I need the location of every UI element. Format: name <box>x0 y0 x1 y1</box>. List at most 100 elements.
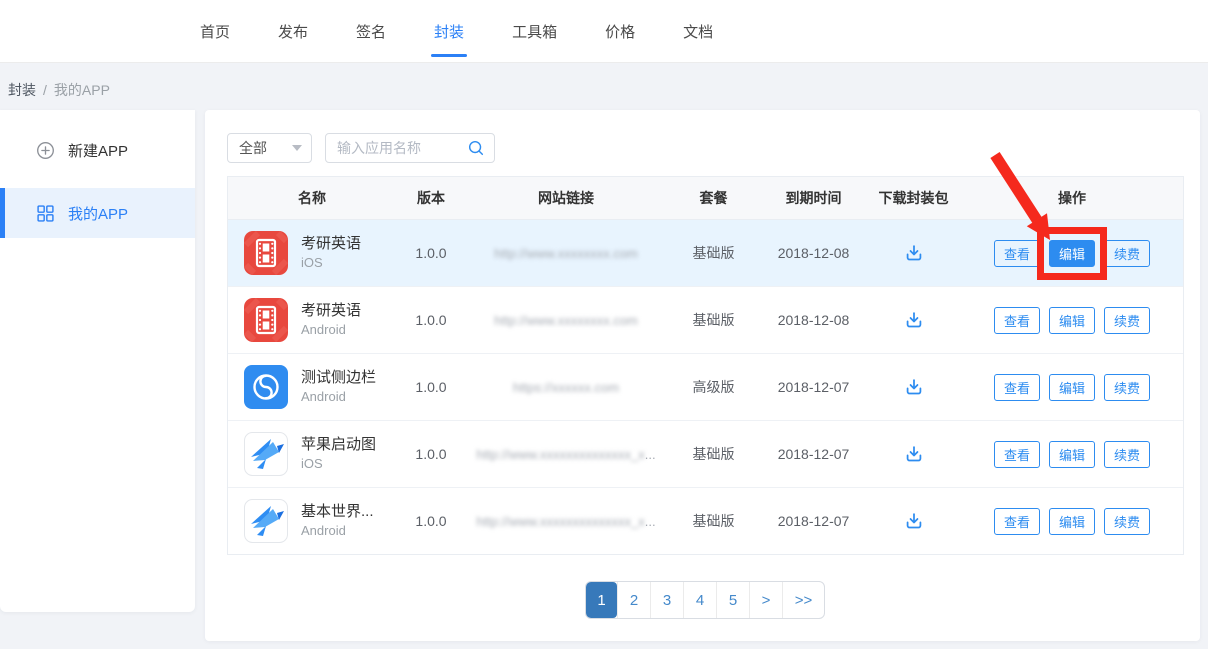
download-cell <box>866 443 961 465</box>
app-version: 1.0.0 <box>396 312 466 328</box>
breadcrumb-separator: / <box>43 82 47 98</box>
sidebar-item-new-app[interactable]: 新建APP <box>0 125 195 175</box>
view-button[interactable]: 查看 <box>994 240 1040 267</box>
app-expiry: 2018-12-08 <box>761 245 866 261</box>
app-plan: 高级版 <box>666 377 761 397</box>
actions-cell: 查看 编辑 续费 <box>961 307 1183 334</box>
renew-button[interactable]: 续费 <box>1104 508 1150 535</box>
column-header-download: 下载封装包 <box>866 188 961 208</box>
download-icon[interactable] <box>903 443 925 465</box>
breadcrumb-current: 我的APP <box>54 80 110 100</box>
column-header-url: 网站链接 <box>466 188 666 208</box>
pagination: 12345>>> <box>585 581 825 619</box>
app-plan: 基础版 <box>666 243 761 263</box>
view-button[interactable]: 查看 <box>994 441 1040 468</box>
page-button-1[interactable]: 1 <box>586 582 617 618</box>
filter-dropdown[interactable]: 全部 <box>227 133 312 163</box>
table-row: 考研英语 iOS 1.0.0 http://www.xxxxxxxx.com 基… <box>228 220 1183 287</box>
app-url-masked: http://www.xxxxxxxx.com <box>494 246 638 261</box>
table-body: 考研英语 iOS 1.0.0 http://www.xxxxxxxx.com 基… <box>228 220 1183 554</box>
download-icon[interactable] <box>903 309 925 331</box>
app-url-cell: http://www.xxxxxxxxxxxxxx_x... <box>466 446 666 462</box>
nav-item-5[interactable]: 工具箱 <box>512 0 557 62</box>
renew-button[interactable]: 续费 <box>1104 240 1150 267</box>
actions-cell: 查看 编辑 续费 <box>961 508 1183 535</box>
app-name: 测试侧边栏 <box>301 368 376 388</box>
edit-button[interactable]: 编辑 <box>1049 441 1095 468</box>
column-header-plan: 套餐 <box>666 188 761 208</box>
table-row: 苹果启动图 iOS 1.0.0 http://www.xxxxxxxxxxxxx… <box>228 421 1183 488</box>
app-platform: iOS <box>301 254 361 272</box>
page-button-2[interactable]: 2 <box>617 582 650 618</box>
actions-cell: 查看 编辑 续费 <box>961 441 1183 468</box>
sidebar-item-label: 我的APP <box>68 203 128 224</box>
next-page-button[interactable]: > <box>749 582 782 618</box>
renew-button[interactable]: 续费 <box>1104 441 1150 468</box>
nav-item-4[interactable]: 封装 <box>434 0 464 62</box>
search-icon[interactable] <box>467 139 494 157</box>
edit-button[interactable]: 编辑 <box>1049 307 1095 334</box>
column-header-name: 名称 <box>228 188 396 208</box>
app-url-masked: http://www.xxxxxxxx.com <box>494 313 638 328</box>
main-nav: 首页发布签名封装 工具箱 价格文档 <box>200 0 713 62</box>
search-input[interactable] <box>326 140 467 156</box>
nav-item-3[interactable]: 签名 <box>356 0 386 62</box>
view-button[interactable]: 查看 <box>994 307 1040 334</box>
app-platform: Android <box>301 522 374 540</box>
app-platform: Android <box>301 388 376 406</box>
app-name-cell: 考研英语 iOS <box>228 231 396 275</box>
app-url-cell: http://www.xxxxxxxxxxxxxx_x... <box>466 513 666 529</box>
plus-circle-icon <box>36 141 55 160</box>
app-name-cell: 基本世界... Android <box>228 499 396 543</box>
chevron-down-icon <box>292 145 302 151</box>
app-name: 苹果启动图 <box>301 435 376 455</box>
last-page-button[interactable]: >> <box>782 582 824 618</box>
sidebar: 新建APP 我的APP <box>0 110 195 612</box>
actions-cell: 查看 编辑 续费 <box>961 374 1183 401</box>
app-expiry: 2018-12-07 <box>761 513 866 529</box>
app-version: 1.0.0 <box>396 379 466 395</box>
download-icon[interactable] <box>903 376 925 398</box>
content-panel: 全部 名称 版本 网站链接 套餐 到期时间 下载封装包 操作 <box>205 110 1200 641</box>
table-row: 基本世界... Android 1.0.0 http://www.xxxxxxx… <box>228 488 1183 554</box>
app-version: 1.0.0 <box>396 245 466 261</box>
download-icon[interactable] <box>903 510 925 532</box>
actions-cell: 查看 编辑 续费 <box>961 240 1183 267</box>
app-version: 1.0.0 <box>396 513 466 529</box>
breadcrumb-section[interactable]: 封装 <box>8 80 36 100</box>
download-icon[interactable] <box>903 242 925 264</box>
app-url-masked: http://www.xxxxxxxxxxxxxx_x <box>476 514 644 529</box>
renew-button[interactable]: 续费 <box>1104 307 1150 334</box>
app-url-cell: https://xxxxxx.com <box>466 379 666 395</box>
bird-app-icon <box>244 499 288 543</box>
app-name-cell: 考研英语 Android <box>228 298 396 342</box>
apps-table: 名称 版本 网站链接 套餐 到期时间 下载封装包 操作 考研英语 iOS 1.0… <box>227 176 1184 555</box>
app-url-masked: http://www.xxxxxxxxxxxxxx_x <box>476 447 644 462</box>
app-plan: 基础版 <box>666 511 761 531</box>
edit-button[interactable]: 编辑 <box>1049 508 1095 535</box>
app-url-suffix: ... <box>645 447 656 462</box>
grid-icon <box>36 204 55 223</box>
view-button[interactable]: 查看 <box>994 374 1040 401</box>
renew-button[interactable]: 续费 <box>1104 374 1150 401</box>
download-cell <box>866 242 961 264</box>
nav-item-7[interactable]: 文档 <box>683 0 713 62</box>
app-platform: iOS <box>301 455 376 473</box>
nav-item-1[interactable]: 首页 <box>200 0 230 62</box>
nav-item-2[interactable]: 发布 <box>278 0 308 62</box>
page-button-4[interactable]: 4 <box>683 582 716 618</box>
app-name-cell: 测试侧边栏 Android <box>228 365 396 409</box>
page-button-3[interactable]: 3 <box>650 582 683 618</box>
film-app-icon <box>244 231 288 275</box>
app-expiry: 2018-12-07 <box>761 379 866 395</box>
app-expiry: 2018-12-07 <box>761 446 866 462</box>
sidebar-item-my-apps[interactable]: 我的APP <box>0 188 195 238</box>
view-button[interactable]: 查看 <box>994 508 1040 535</box>
film-app-icon <box>244 298 288 342</box>
nav-item-6[interactable]: 价格 <box>605 0 635 62</box>
edit-button[interactable]: 编辑 <box>1049 240 1095 267</box>
page-button-5[interactable]: 5 <box>716 582 749 618</box>
edit-button[interactable]: 编辑 <box>1049 374 1095 401</box>
app-name: 考研英语 <box>301 301 361 321</box>
app-plan: 基础版 <box>666 444 761 464</box>
